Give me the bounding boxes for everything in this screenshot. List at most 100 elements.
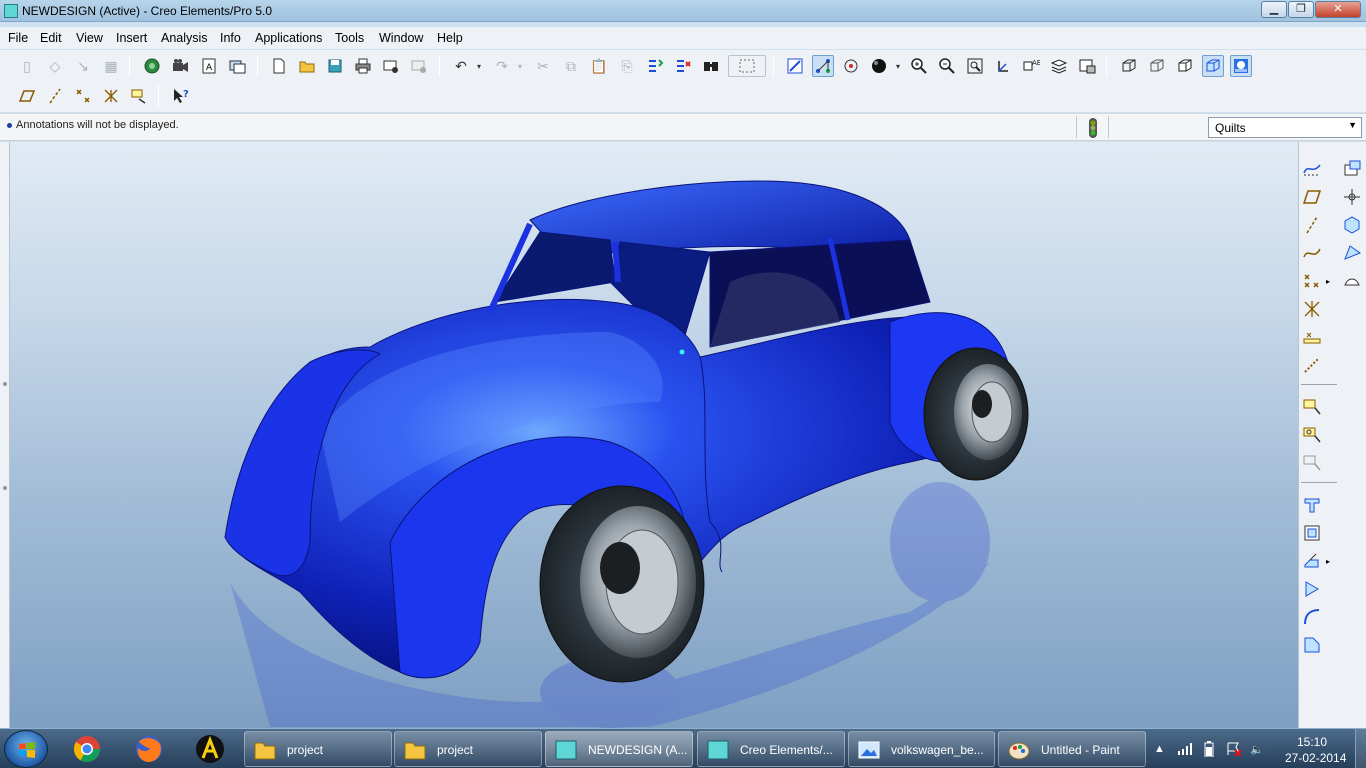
annotation-icon[interactable]: A [198,55,220,77]
spin-center-icon[interactable] [840,55,862,77]
save-icon[interactable] [324,55,346,77]
analysis-feature-icon[interactable] [1301,326,1323,348]
send-mail-icon[interactable] [380,55,402,77]
datum-point-icon[interactable] [1301,270,1323,292]
select-icon[interactable]: ▯ [16,55,38,77]
paste-special-icon[interactable]: ⎘ [616,55,638,77]
close-button[interactable]: ✕ [1315,1,1361,18]
paste-icon[interactable]: 📋 [588,55,610,77]
chrome-icon[interactable] [60,731,114,767]
cut-icon[interactable]: ✂ [532,55,554,77]
symbol-annotation-icon[interactable] [1301,452,1323,474]
shading-sphere-icon[interactable] [868,55,890,77]
chamfer-icon[interactable] [1301,634,1323,656]
zoom-in-icon[interactable] [908,55,930,77]
annotation-display-icon[interactable] [128,85,150,107]
menu-edit[interactable]: Edit [40,31,62,45]
datum-axis-icon[interactable] [1301,214,1323,236]
find-icon[interactable] [700,55,722,77]
coordinate-system-icon[interactable] [1301,298,1323,320]
battery-icon[interactable] [1204,741,1214,757]
menu-file[interactable]: File [8,31,28,45]
blend-icon[interactable] [1301,578,1323,600]
selection-filter-dropdown[interactable]: Quilts ▼ [1208,117,1362,138]
wireframe-icon[interactable] [1118,55,1140,77]
show-hidden-icons-icon[interactable]: ▲ [1154,743,1165,755]
clock-date[interactable]: 27-02-2014 [1285,751,1346,765]
regenerate-icon[interactable] [644,55,666,77]
chevron-down-icon[interactable]: ▼ [1348,120,1357,130]
task-project-1[interactable]: project [244,731,392,767]
note-annotation-icon[interactable] [1301,396,1323,418]
surface-finish-icon[interactable] [1301,424,1323,446]
coordinate-system-display-icon[interactable] [100,85,122,107]
left-panel-edge[interactable] [0,142,10,728]
action-center-flag-icon[interactable] [1226,742,1242,756]
datum-point-dropdown-icon[interactable]: ▸ [1323,270,1333,292]
minimize-button[interactable]: ▁ [1261,1,1287,18]
view-manager-icon[interactable] [1076,55,1098,77]
menu-info[interactable]: Info [220,31,241,45]
round-icon[interactable] [1341,186,1363,208]
video-camera-icon[interactable] [169,55,191,77]
layers-icon[interactable] [1048,55,1070,77]
pattern-curve-icon[interactable] [1301,354,1323,376]
windows-icon[interactable] [226,55,248,77]
menu-applications[interactable]: Applications [255,31,322,45]
reorient-icon[interactable] [992,55,1014,77]
revolve-icon[interactable] [1301,522,1323,544]
rib-icon[interactable] [1341,270,1363,292]
saved-views-icon[interactable]: AB [1020,55,1042,77]
task-volkswagen-image[interactable]: volkswagen_be... [848,731,995,767]
task-project-2[interactable]: project [394,731,542,767]
firefox-icon[interactable] [122,731,176,767]
copy-icon[interactable]: ⧉ [560,55,582,77]
datum-point-display-icon[interactable] [72,85,94,107]
car-model-viewport[interactable] [10,142,1298,728]
no-hidden-icon[interactable] [1174,55,1196,77]
clock-time[interactable]: 15:10 [1297,735,1327,749]
print-icon[interactable] [352,55,374,77]
refit-icon[interactable] [964,55,986,77]
menu-view[interactable]: View [76,31,103,45]
grid-icon[interactable]: ▦ [100,55,122,77]
task-creo-elements[interactable]: Creo Elements/... [697,731,845,767]
undo-dropdown-icon[interactable]: ▾ [473,55,485,77]
sketcher-icon[interactable] [784,55,806,77]
new-icon[interactable] [268,55,290,77]
round-edge-icon[interactable] [1301,606,1323,628]
hole-icon[interactable] [1341,158,1363,180]
datum-plane-display-icon[interactable] [16,85,38,107]
redo-icon[interactable]: ↷ [491,55,513,77]
undo-icon[interactable]: ↶ [450,55,472,77]
zoom-out-icon[interactable] [936,55,958,77]
show-desktop-button[interactable] [1355,729,1366,768]
volume-icon[interactable]: 🔈 [1250,743,1264,756]
menu-insert[interactable]: Insert [116,31,147,45]
menu-help[interactable]: Help [437,31,463,45]
graphics-window[interactable] [10,142,1298,728]
menu-analysis[interactable]: Analysis [161,31,208,45]
open-icon[interactable] [296,55,318,77]
menu-window[interactable]: Window [379,31,423,45]
task-paint[interactable]: Untitled - Paint [998,731,1146,767]
draft-icon[interactable] [1341,242,1363,264]
task-newdesign[interactable]: NEWDESIGN (A... [545,731,693,767]
mirror-icon[interactable]: ↘ [72,55,94,77]
sketch-datum-icon[interactable] [1301,158,1323,180]
sweep-icon[interactable] [1301,550,1323,572]
datum-curve-icon[interactable] [1301,242,1323,264]
regen-manager-icon[interactable] [672,55,694,77]
hidden-line-icon[interactable] [1146,55,1168,77]
sweep-dropdown-icon[interactable]: ▸ [1323,550,1333,572]
context-help-icon[interactable]: ? [170,85,192,107]
datum-display-icon[interactable] [812,55,834,77]
copy-geom-icon[interactable]: ◇ [44,55,66,77]
acrobat-icon[interactable] [183,731,237,767]
datum-axis-display-icon[interactable] [44,85,66,107]
shell-icon[interactable] [1341,214,1363,236]
send-link-icon[interactable] [408,55,430,77]
shaded-icon[interactable] [1202,55,1224,77]
network-signal-icon[interactable] [1178,743,1192,755]
redo-dropdown-icon[interactable]: ▾ [514,55,526,77]
